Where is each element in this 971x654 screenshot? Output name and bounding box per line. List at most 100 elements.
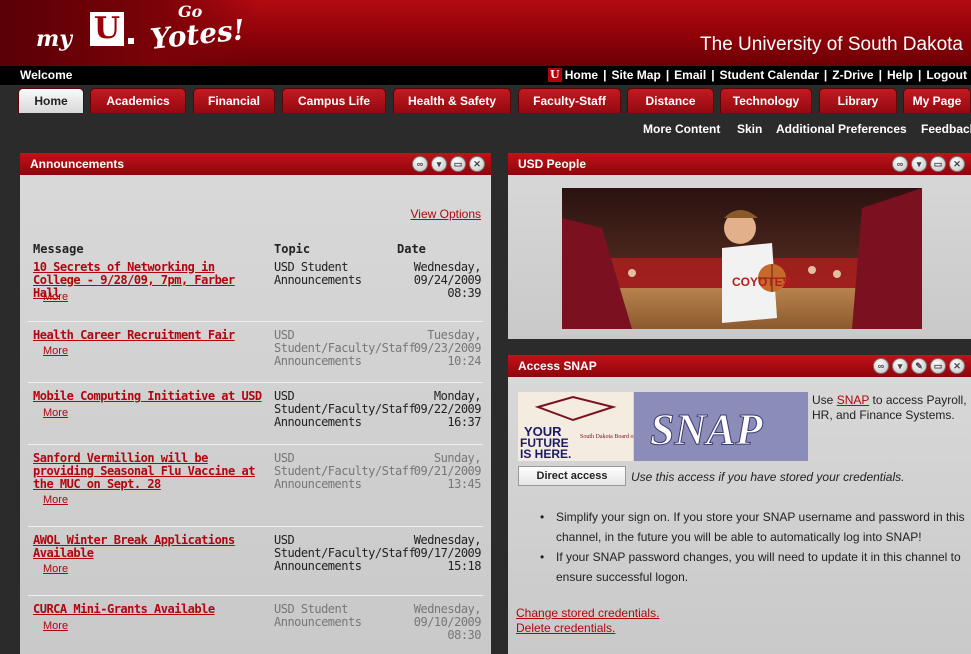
svg-text:COYOTES: COYOTES (732, 275, 791, 289)
announcement-title[interactable]: AWOL Winter Break Applications Available (33, 534, 267, 560)
maximize-icon[interactable]: ▭ (450, 156, 466, 172)
close-icon[interactable]: ✕ (949, 358, 965, 374)
top-link-logout[interactable]: Logout (926, 68, 967, 82)
logo-my-text: my (36, 26, 73, 52)
tab-home[interactable]: Home (18, 88, 84, 113)
view-options-link[interactable]: View Options (411, 207, 481, 221)
usd-u-icon: U (547, 68, 562, 82)
announcement-date: Monday, 09/22/2009 16:37 (391, 390, 482, 429)
top-link-site-map[interactable]: Site Map (611, 68, 660, 82)
detach-icon[interactable]: ∞ (892, 156, 908, 172)
tab-campus-life[interactable]: Campus Life (282, 88, 386, 113)
announcement-title[interactable]: CURCA Mini-Grants Available (33, 603, 267, 616)
announcement-topic: USD Student/Faculty/Staff Announcements (274, 451, 416, 491)
announcement-time: 15:18 (447, 559, 481, 573)
logo-snap-text: SNAP (650, 405, 764, 454)
snap-link[interactable]: SNAP (837, 393, 869, 407)
top-link-email[interactable]: Email (674, 68, 706, 82)
tab-faculty-staff[interactable]: Faculty-Staff (518, 88, 621, 113)
announcement-topic: USD Student/Faculty/Staff Announcements (274, 533, 416, 573)
announcement-date: Sunday, 09/21/2009 13:45 (391, 452, 482, 491)
announcement-date: Wednesday, 09/17/2009 15:18 (391, 534, 482, 573)
announcement-time: 13:45 (447, 477, 481, 491)
tab-financial[interactable]: Financial (193, 88, 275, 113)
sub-navigation: More Content Skin Additional Preferences… (0, 113, 971, 143)
more-link[interactable]: More (43, 620, 68, 632)
announcement-time: 10:24 (447, 354, 481, 368)
announcement-title[interactable]: Health Career Recruitment Fair (33, 329, 267, 342)
tab-distance[interactable]: Distance (627, 88, 714, 113)
delete-credentials-link[interactable]: Delete credentials. (516, 621, 615, 635)
more-link[interactable]: More (43, 291, 68, 303)
usd-people-header: USD People ∞ ▾ ▭ ✕ (508, 153, 971, 175)
maximize-icon[interactable]: ▭ (930, 156, 946, 172)
announcement-topic: USD Student Announcements (274, 260, 362, 287)
announcement-title[interactable]: Sanford Vermillion will be providing Sea… (33, 452, 267, 491)
direct-access-note: Use this access if you have stored your … (631, 470, 905, 484)
announcements-channel: Announcements ∞ ▾ ▭ ✕ View Options Messa… (20, 153, 491, 654)
announcement-date: Wednesday, 09/24/2009 08:39 (391, 261, 482, 300)
subnav-more-content[interactable]: More Content (643, 122, 720, 136)
snap-info-item: If your SNAP password changes, you will … (536, 547, 968, 587)
more-link[interactable]: More (43, 494, 68, 506)
university-name: The University of South Dakota (700, 34, 963, 55)
main-tabs: Home Academics Financial Campus Life Hea… (0, 85, 971, 113)
column-header-date: Date (397, 242, 426, 256)
more-link[interactable]: More (43, 407, 68, 419)
announcement-date: Tuesday, 09/23/2009 10:24 (391, 329, 482, 368)
minimize-icon[interactable]: ▾ (431, 156, 447, 172)
channel-title: USD People (518, 157, 587, 171)
snap-info-list: Simplify your sign on. If you store your… (536, 507, 968, 587)
tab-my-page[interactable]: My Page (903, 88, 971, 113)
top-link-home[interactable]: Home (565, 68, 598, 82)
announcement-topic: USD Student/Faculty/Staff Announcements (274, 389, 416, 429)
top-link-z-drive[interactable]: Z-Drive (832, 68, 873, 82)
logo-is-here-text: IS HERE. (520, 447, 571, 461)
announcement-time: 08:39 (447, 286, 481, 300)
detach-icon[interactable]: ∞ (873, 358, 889, 374)
tab-library[interactable]: Library (819, 88, 897, 113)
maximize-icon[interactable]: ▭ (930, 358, 946, 374)
tab-health-safety[interactable]: Health & Safety (393, 88, 511, 113)
announcements-header: Announcements ∞ ▾ ▭ ✕ (20, 153, 491, 175)
tab-technology[interactable]: Technology (720, 88, 812, 113)
snap-info-item: Simplify your sign on. If you store your… (536, 507, 968, 547)
logo-u-mark: U (90, 12, 124, 46)
subnav-additional-preferences[interactable]: Additional Preferences (776, 122, 907, 136)
snap-logo: YOUR FUTURE IS HERE. South Dakota Board … (518, 392, 808, 461)
announcement-title[interactable]: 10 Secrets of Networking in College - 9/… (33, 261, 267, 300)
header-banner: my U Go Yotes! The University of South D… (0, 0, 971, 66)
access-snap-channel: Access SNAP ∞ ▾ ✎ ▭ ✕ YOUR FUTURE IS HER… (508, 355, 971, 654)
tab-academics[interactable]: Academics (90, 88, 186, 113)
direct-access-button[interactable]: Direct access (518, 466, 626, 486)
logo-dot (128, 38, 134, 44)
announcement-title[interactable]: Mobile Computing Initiative at USD (33, 390, 267, 403)
top-link-student-calendar[interactable]: Student Calendar (720, 68, 819, 82)
welcome-label: Welcome (20, 68, 73, 82)
top-link-help[interactable]: Help (887, 68, 913, 82)
column-header-topic: Topic (274, 242, 311, 256)
minimize-icon[interactable]: ▾ (911, 156, 927, 172)
subnav-skin[interactable]: Skin (737, 122, 762, 136)
announcement-time: 08:30 (447, 628, 481, 642)
detach-icon[interactable]: ∞ (412, 156, 428, 172)
close-icon[interactable]: ✕ (469, 156, 485, 172)
announcement-topic: USD Student/Faculty/Staff Announcements (274, 328, 416, 368)
snap-description: Use SNAP to access Payroll, HR, and Fina… (812, 393, 967, 422)
top-bar: Welcome U Home | Site Map | Email | Student… (0, 66, 971, 85)
access-snap-header: Access SNAP ∞ ▾ ✎ ▭ ✕ (508, 355, 971, 377)
close-icon[interactable]: ✕ (949, 156, 965, 172)
channel-title: Access SNAP (518, 359, 597, 373)
snap-logo-graphic: YOUR FUTURE IS HERE. South Dakota Board … (518, 392, 808, 461)
more-link[interactable]: More (43, 563, 68, 575)
top-links: U Home | Site Map | Email | Student Calenda… (547, 68, 967, 82)
basketball-photo: COYOTES (562, 188, 922, 329)
basketball-photo-image: COYOTES (562, 188, 922, 329)
usd-people-channel: USD People ∞ ▾ ▭ ✕ COYOTES (508, 153, 971, 339)
minimize-icon[interactable]: ▾ (892, 358, 908, 374)
channel-title: Announcements (30, 157, 125, 171)
change-credentials-link[interactable]: Change stored credentials. (516, 606, 659, 620)
edit-icon[interactable]: ✎ (911, 358, 927, 374)
subnav-feedback[interactable]: Feedback (921, 122, 971, 136)
more-link[interactable]: More (43, 345, 68, 357)
